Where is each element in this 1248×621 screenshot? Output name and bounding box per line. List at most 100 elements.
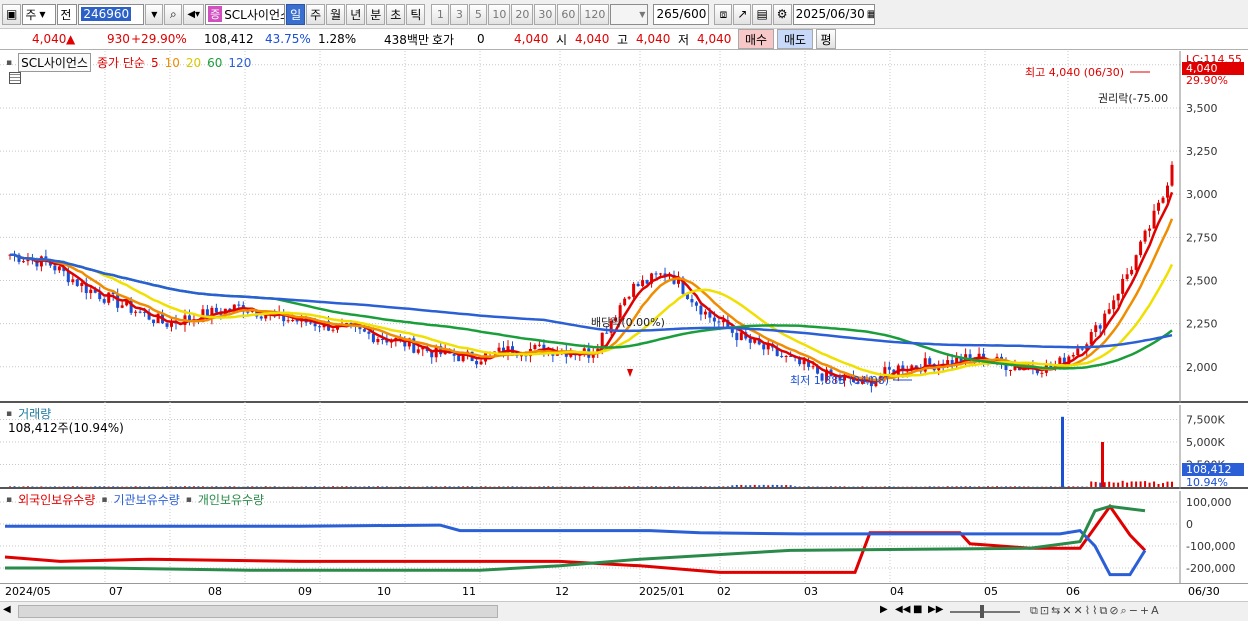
volume-bar bbox=[861, 486, 864, 487]
volume-tag-rate: 10.94% bbox=[1186, 476, 1228, 489]
candle-body bbox=[703, 311, 707, 315]
data-count-field[interactable]: 265/600 bbox=[653, 3, 710, 25]
volume-bar bbox=[408, 486, 411, 487]
period-tick[interactable]: 틱 bbox=[406, 3, 426, 25]
quote-bar: 4,040 ▲ 930 +29.90% 108,412 43.75% 1.28%… bbox=[0, 29, 1248, 50]
grid-icon[interactable] bbox=[9, 72, 21, 84]
volume-bar bbox=[233, 486, 236, 487]
price-chart-pane[interactable]: 3,7503,5003,2503,0002,7502,5002,2502,000… bbox=[0, 51, 1248, 403]
volume-bar bbox=[753, 484, 756, 487]
period-daily[interactable]: 일 bbox=[286, 3, 306, 25]
volume-bar bbox=[749, 485, 752, 487]
period-monthly[interactable]: 월 bbox=[326, 3, 346, 25]
volume-bar bbox=[843, 486, 846, 487]
price-chart[interactable]: 3,7503,5003,2503,0002,7502,5002,2502,000… bbox=[0, 51, 1248, 403]
volume-bar bbox=[704, 486, 707, 487]
tool-icons[interactable]: ⧉⊡⇆✕✕⌇⌇⧉⊘⌕−+A bbox=[1030, 604, 1161, 618]
volume-bar bbox=[94, 486, 97, 487]
volume-bar bbox=[1072, 486, 1075, 487]
volume-bar bbox=[673, 486, 675, 487]
legend-stock-name: SCL사이언스 bbox=[18, 53, 91, 72]
volume-bar bbox=[354, 486, 357, 487]
scroll-thumb[interactable] bbox=[18, 605, 498, 618]
buy-button[interactable]: 매수 bbox=[738, 29, 774, 49]
minute-20[interactable]: 20 bbox=[511, 3, 534, 25]
search-icon[interactable]: ⌕ bbox=[164, 3, 183, 25]
zoom-thumb[interactable] bbox=[980, 605, 984, 618]
volume-bar bbox=[646, 486, 649, 487]
volume-bar bbox=[960, 486, 963, 487]
minute-1[interactable]: 1 bbox=[431, 3, 450, 25]
candle-body bbox=[748, 338, 752, 343]
save-icon[interactable]: ▤ bbox=[752, 3, 772, 25]
calendar-icon[interactable]: ▦ bbox=[867, 9, 874, 20]
period-minute[interactable]: 분 bbox=[366, 3, 386, 25]
scroll-left-icon[interactable]: ◀ bbox=[3, 604, 11, 615]
period-second[interactable]: 초 bbox=[386, 3, 406, 25]
volume-bar bbox=[112, 486, 115, 487]
candle-body bbox=[376, 338, 380, 343]
minute-10[interactable]: 10 bbox=[488, 3, 511, 25]
chart-type-select[interactable]: 주 ▼ bbox=[22, 3, 57, 25]
prev-select[interactable]: 전 bbox=[57, 3, 78, 25]
open-price: 4,040 bbox=[575, 32, 610, 46]
period-weekly[interactable]: 주 bbox=[306, 3, 326, 25]
scroll-bar[interactable]: ◀ ▶ ◀◀ ■ ▶▶ ⧉⊡⇆✕✕⌇⌇⧉⊘⌕−+A bbox=[0, 601, 1248, 621]
stock-code-input[interactable]: 246960 bbox=[78, 3, 145, 25]
volume-bar bbox=[731, 485, 734, 487]
volume-bar bbox=[762, 484, 765, 487]
volume-tag-value: 108,412 bbox=[1186, 463, 1232, 476]
volume-bar bbox=[224, 486, 227, 487]
gear-icon[interactable]: ⚙ bbox=[772, 3, 792, 25]
candle-body bbox=[57, 266, 61, 271]
legend-ma120: 120 bbox=[228, 55, 252, 70]
volume-chart[interactable]: 7,500K5,000K2,500K108,41210.94% bbox=[0, 405, 1248, 489]
candle-style-icon[interactable]: ⧈ bbox=[714, 3, 733, 25]
legend-ma20: 20 bbox=[185, 55, 202, 70]
candle-body bbox=[362, 329, 366, 332]
sell-button[interactable]: 매도 bbox=[777, 29, 813, 49]
rewind-icon[interactable]: ◀◀ bbox=[895, 604, 910, 615]
scroll-right-icon[interactable]: ▶ bbox=[880, 604, 888, 615]
candle-body bbox=[313, 323, 317, 327]
candle-body bbox=[1098, 325, 1102, 329]
volume-bar bbox=[1153, 481, 1156, 487]
minute-3[interactable]: 3 bbox=[450, 3, 469, 25]
date-input[interactable]: 2025/06/30▦ bbox=[792, 3, 875, 25]
candle-body bbox=[1094, 325, 1098, 333]
candle-body bbox=[968, 354, 972, 358]
dropdown-arrow-icon[interactable]: ▼ bbox=[145, 3, 164, 25]
holdings-pane[interactable]: 100,000 0 -100,000 -200,000 ▪ 외국인보유수량 ▪ 기관보유수… bbox=[0, 491, 1248, 583]
volume-pane[interactable]: 7,500K5,000K2,500K108,41210.94% ▪거래량 108… bbox=[0, 405, 1248, 489]
volume-bar bbox=[80, 486, 83, 487]
x-axis-end-date: 06/30 bbox=[1188, 585, 1220, 598]
volume-bar bbox=[349, 486, 352, 487]
stop-icon[interactable]: ■ bbox=[913, 604, 922, 615]
candle-body bbox=[165, 323, 169, 327]
forward-icon[interactable]: ▶▶ bbox=[928, 604, 943, 615]
x-label: 04 bbox=[890, 585, 904, 598]
minute-5[interactable]: 5 bbox=[469, 3, 488, 25]
minute-30[interactable]: 30 bbox=[534, 3, 557, 25]
period-yearly[interactable]: 년 bbox=[346, 3, 366, 25]
minute-60[interactable]: 60 bbox=[557, 3, 580, 25]
draw-tool-icon[interactable]: ↗ bbox=[733, 3, 752, 25]
minute-120[interactable]: 120 bbox=[580, 3, 610, 25]
candle-body bbox=[627, 296, 631, 299]
stock-name-field[interactable]: 증 SCL사이언스 bbox=[205, 3, 286, 25]
volume-bar bbox=[103, 486, 106, 487]
candle-body bbox=[623, 298, 627, 306]
speaker-icon[interactable]: ◀▾ bbox=[183, 3, 205, 25]
zoom-slider[interactable] bbox=[950, 611, 1020, 613]
window-icon[interactable]: ▣ bbox=[2, 3, 22, 25]
candle-body bbox=[187, 315, 191, 321]
eval-button[interactable]: 평 bbox=[816, 29, 836, 49]
volume-bar bbox=[1126, 482, 1129, 487]
volume-bar bbox=[1099, 482, 1102, 487]
volume-bar bbox=[71, 486, 74, 487]
up-arrow-icon: ▲ bbox=[66, 32, 76, 46]
volume-bar bbox=[569, 486, 572, 487]
volume-bar bbox=[471, 486, 474, 487]
y-tick-label: 2,750 bbox=[1186, 231, 1218, 244]
custom-period-input[interactable]: ▼ bbox=[610, 3, 649, 25]
